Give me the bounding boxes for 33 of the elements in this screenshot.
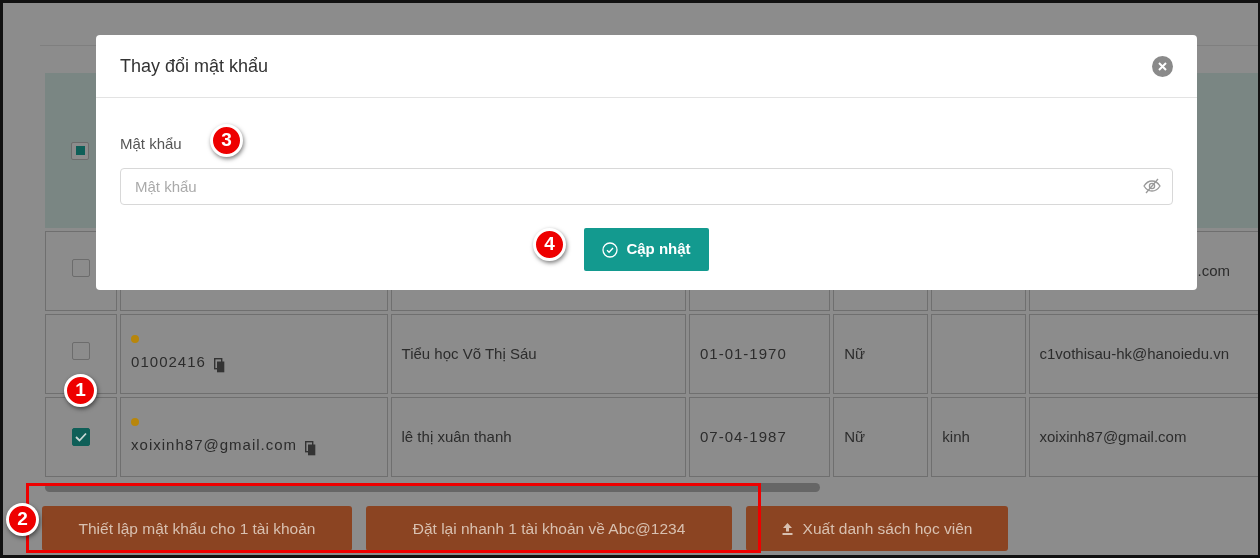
table-cell-text: Tiểu học Võ Thị Sáu (401, 344, 537, 362)
upload-icon (781, 522, 793, 535)
update-button[interactable]: Cập nhật (584, 228, 709, 271)
eye-slash-icon[interactable] (1143, 178, 1161, 194)
check-icon (75, 431, 87, 442)
action-button[interactable]: Đặt lại nhanh 1 tài khoản về Abc@1234 (366, 506, 732, 551)
scrollbar[interactable] (45, 483, 820, 492)
action-button[interactable]: Thiết lập mật khẩu cho 1 tài khoản (42, 506, 352, 551)
close-icon[interactable] (1152, 55, 1173, 77)
field-label: Mật khẩu (120, 134, 182, 154)
password-field[interactable]: Mật khẩu (120, 168, 1173, 205)
modal-title: Thay đổi mật khẩu (120, 54, 269, 78)
table-cell-text: .com (1197, 261, 1230, 279)
table-cell-text: xoixinh87@gmail.com (1039, 427, 1187, 445)
checkbox[interactable] (71, 141, 89, 160)
checkbox[interactable] (72, 258, 90, 277)
checkbox[interactable] (72, 427, 90, 446)
account-id: xoixinh87@gmail.com (131, 434, 298, 455)
table-cell-text: Nữ (844, 427, 866, 445)
copy-icon[interactable] (213, 358, 225, 374)
action-button[interactable]: Xuất danh sách học viên (746, 506, 1008, 551)
table-cell-text: c1vothisau-hk@hanoiedu.vn (1039, 344, 1229, 362)
table-cell-text: 07-04-1987 (700, 427, 787, 445)
step-marker: 1 (64, 374, 97, 407)
table-cell-text: 01-01-1970 (700, 344, 787, 362)
table-cell-text: lê thị xuân thanh (401, 427, 512, 445)
checkbox[interactable] (72, 341, 90, 360)
table-cell-text: kinh (942, 427, 970, 445)
check-circle-icon (602, 241, 619, 258)
account-id: 01002416 (131, 351, 206, 372)
table-cell-text: Nữ (844, 344, 866, 362)
step-marker: 2 (6, 503, 39, 536)
copy-icon[interactable] (305, 441, 317, 457)
